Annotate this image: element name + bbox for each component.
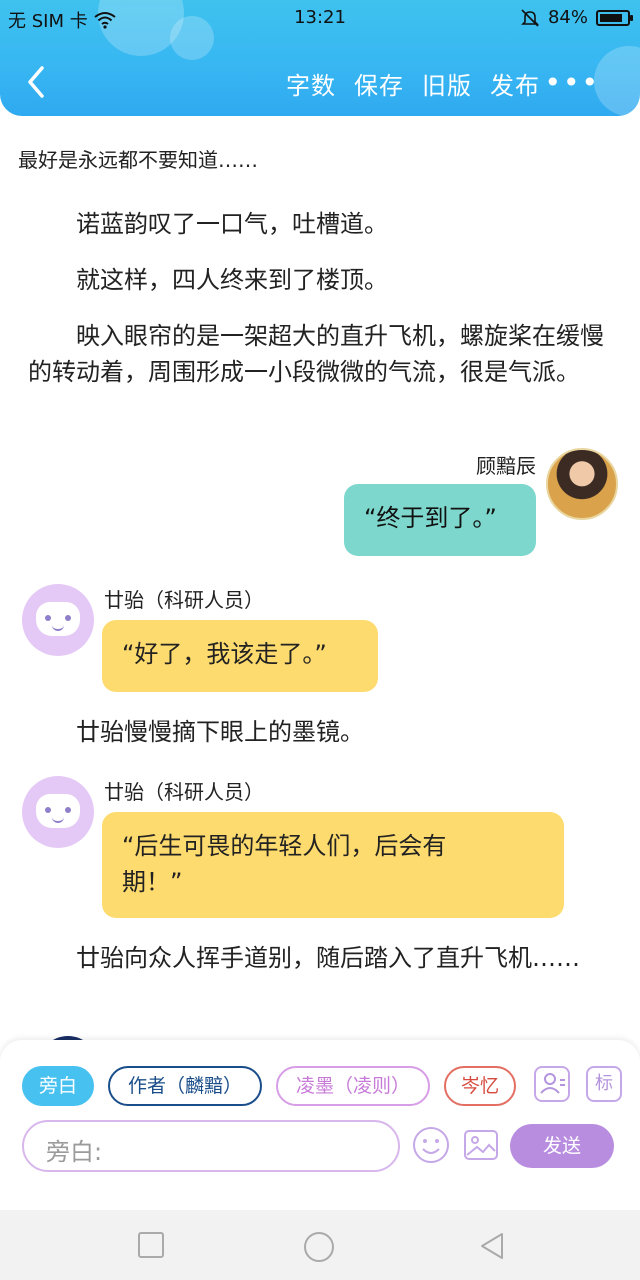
role-cenyi-chip[interactable]: 岑忆 (444, 1066, 516, 1106)
paragraph: 就这样，四人终来到了楼顶。 (76, 266, 388, 294)
silent-bell-icon (521, 8, 539, 27)
chat-bubble[interactable]: “好了，我该走了。” (102, 620, 378, 692)
paragraph: 诺蓝韵叹了一口气，吐槽道。 (76, 210, 388, 238)
speaker-name: 廿骀（科研人员） (104, 588, 264, 612)
chevron-left-icon (28, 66, 44, 98)
story-content[interactable]: 最好是永远都不要知道…… 诺蓝韵叹了一口气，吐槽道。 就这样，四人终来到了楼顶。… (0, 116, 640, 1046)
status-right: 84% (520, 7, 633, 28)
avatar[interactable] (22, 584, 94, 656)
publish-button[interactable]: 发布 (490, 66, 540, 101)
role-author-chip[interactable]: 作者（麟黯） (108, 1066, 262, 1106)
battery-fill (600, 13, 622, 22)
paragraph: 映入眼帘的是一架超大的直升飞机，螺旋桨在缓慢的转动着，周围形成一小段微微的气流，… (28, 322, 604, 386)
tag-button[interactable]: 标 (586, 1066, 622, 1102)
role-narration-chip[interactable]: 旁白 (22, 1066, 94, 1106)
paragraph: 廿骀向众人挥手道别，随后踏入了直升飞机…… (76, 944, 580, 972)
composer-panel: 旁白 作者（麟黯） 凌墨（凌则） 岑忆 标 旁白: 发送 (0, 1040, 640, 1210)
old-version-button[interactable]: 旧版 (422, 66, 472, 101)
avatar[interactable] (22, 776, 94, 848)
ghost-icon (36, 794, 80, 828)
status-bar: 无 SIM 卡 13:21 84% (0, 0, 640, 36)
word-count-button[interactable]: 字数 (286, 66, 336, 101)
message-input[interactable]: 旁白: (22, 1120, 400, 1172)
back-button[interactable] (18, 62, 58, 102)
save-button[interactable]: 保存 (354, 66, 404, 101)
nav-bar: 字数 保存 旧版 发布 ••• (0, 56, 640, 110)
image-icon[interactable] (462, 1126, 500, 1164)
home-icon[interactable] (302, 1230, 336, 1264)
contact-card-icon (540, 1073, 565, 1094)
more-button[interactable]: ••• (544, 66, 600, 99)
paragraph: 廿骀慢慢摘下眼上的墨镜。 (76, 718, 364, 746)
role-lingmo-chip[interactable]: 凌墨（凌则） (276, 1066, 430, 1106)
app-header: 无 SIM 卡 13:21 84% 字数 保存 旧版 发布 ••• (0, 0, 640, 116)
character-manage-button[interactable] (534, 1066, 570, 1102)
avatar[interactable] (546, 448, 618, 520)
recent-apps-icon[interactable] (136, 1230, 166, 1260)
send-button[interactable]: 发送 (510, 1124, 614, 1168)
speaker-name: 廿骀（科研人员） (104, 780, 264, 804)
battery-percent: 84% (547, 7, 588, 28)
back-triangle-icon[interactable] (476, 1230, 508, 1262)
emoji-icon[interactable] (412, 1126, 450, 1164)
ghost-icon (36, 602, 80, 636)
speaker-name: 顾黯辰 (476, 454, 536, 478)
chat-bubble[interactable]: “后生可畏的年轻人们，后会有期！” (102, 812, 564, 918)
chat-bubble[interactable]: “终于到了。” (344, 484, 536, 556)
narration-fragment: 最好是永远都不要知道…… (18, 148, 258, 172)
nav-actions: 字数 保存 旧版 发布 (286, 66, 540, 101)
system-nav-bar (0, 1210, 640, 1280)
battery-icon (596, 9, 633, 26)
